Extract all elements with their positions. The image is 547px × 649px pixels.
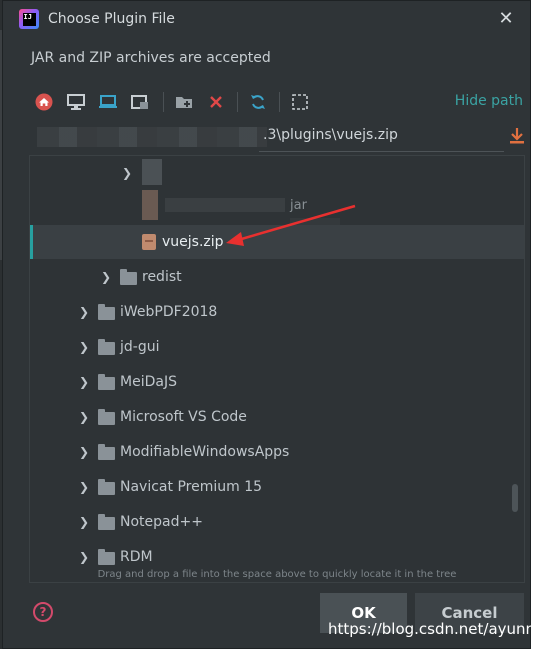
chevron-right-icon[interactable]: ❯ (79, 515, 89, 529)
tree-row[interactable]: ❯ Notepad++ (30, 505, 524, 539)
module-icon[interactable] (129, 91, 151, 113)
tree-row[interactable]: ❯ Microsoft VS Code (30, 400, 524, 434)
tree-row[interactable]: ❯ redist (30, 260, 524, 294)
folder-icon (98, 304, 115, 320)
project-icon[interactable] (97, 91, 119, 113)
tree-item-label: Notepad++ (120, 514, 203, 530)
path-field[interactable]: .3\plugins\vuejs.zip (29, 123, 529, 153)
desktop-icon[interactable] (65, 91, 87, 113)
zip-file-icon (142, 234, 156, 250)
blurred-content (165, 198, 285, 212)
dialog-subtitle: JAR and ZIP archives are accepted (31, 50, 271, 66)
chevron-right-icon[interactable]: ❯ (79, 480, 89, 494)
tree-item-label: RDM (120, 549, 153, 565)
tree-item-label: ModifiableWindowsApps (120, 444, 290, 460)
path-underline (259, 151, 504, 152)
new-folder-icon[interactable] (173, 91, 195, 113)
tree-row[interactable]: ❯ iWebPDF2018 (30, 295, 524, 329)
chevron-right-icon[interactable]: ❯ (122, 166, 132, 180)
tree-item-label: vuejs.zip (162, 234, 224, 250)
tree-item-label: iWebPDF2018 (120, 304, 218, 320)
selection-indicator (30, 225, 33, 259)
show-hidden-icon[interactable] (289, 91, 311, 113)
tree-row-blurred[interactable]: ❯ (30, 156, 524, 190)
folder-icon (98, 479, 115, 495)
path-text: .3\plugins\vuejs.zip (263, 127, 398, 143)
partial-file-text: jar (290, 198, 307, 213)
help-button[interactable]: ? (33, 602, 53, 622)
chevron-right-icon[interactable]: ❯ (79, 445, 89, 459)
tree-row-blurred[interactable]: jar (30, 190, 524, 226)
tree-scrollbar-thumb[interactable] (512, 484, 518, 512)
chevron-right-icon[interactable]: ❯ (79, 410, 89, 424)
tree-item-label: MeiDaJS (120, 374, 177, 390)
chevron-right-icon[interactable]: ❯ (79, 375, 89, 389)
file-toolbar: Hide path (29, 87, 529, 117)
chevron-right-icon[interactable]: ❯ (79, 550, 89, 564)
title-bar: IJ Choose Plugin File ✕ (3, 1, 530, 39)
home-icon[interactable] (33, 91, 55, 113)
dialog-title: Choose Plugin File (48, 11, 175, 27)
ide-logo-icon: IJ (19, 9, 39, 29)
watermark-text: https://blog.csdn.net/ayunnuo (328, 620, 547, 638)
tree-row[interactable]: ❯ MeiDaJS (30, 365, 524, 399)
download-icon[interactable] (509, 127, 527, 147)
folder-icon (98, 409, 115, 425)
folder-icon (98, 549, 115, 565)
file-tree[interactable]: ❯ jar vuejs.zip ❯ redist ❯ iWebPDF2018 ❯ (29, 155, 525, 583)
chevron-right-icon[interactable]: ❯ (79, 340, 89, 354)
path-blurred-segment (37, 127, 267, 147)
refresh-icon[interactable] (247, 91, 269, 113)
tree-row[interactable]: ❯ Navicat Premium 15 (30, 470, 524, 504)
blurred-content (142, 159, 162, 185)
blurred-content (142, 190, 158, 220)
tree-row[interactable]: ❯ jd-gui (30, 330, 524, 364)
drag-drop-hint: Drag and drop a file into the space abov… (97, 569, 457, 580)
chevron-right-icon[interactable]: ❯ (101, 270, 111, 284)
background-page-strip (530, 0, 547, 649)
folder-icon (98, 374, 115, 390)
folder-icon (98, 514, 115, 530)
choose-plugin-dialog: IJ Choose Plugin File ✕ JAR and ZIP arch… (2, 0, 531, 649)
folder-icon (120, 269, 137, 285)
tree-row-selected[interactable]: vuejs.zip (30, 225, 524, 259)
tree-item-label: Navicat Premium 15 (120, 479, 263, 495)
chevron-right-icon[interactable]: ❯ (79, 305, 89, 319)
tree-item-label: redist (142, 269, 182, 285)
folder-icon (98, 444, 115, 460)
tree-row[interactable]: ❯ ModifiableWindowsApps (30, 435, 524, 469)
toolbar-separator (279, 92, 280, 112)
toolbar-separator (163, 92, 164, 112)
delete-icon[interactable] (205, 91, 227, 113)
toolbar-separator (237, 92, 238, 112)
close-button[interactable]: ✕ (496, 9, 516, 29)
hide-path-link[interactable]: Hide path (455, 93, 523, 109)
folder-icon (98, 339, 115, 355)
tree-item-label: jd-gui (120, 339, 160, 355)
tree-item-label: Microsoft VS Code (120, 409, 247, 425)
